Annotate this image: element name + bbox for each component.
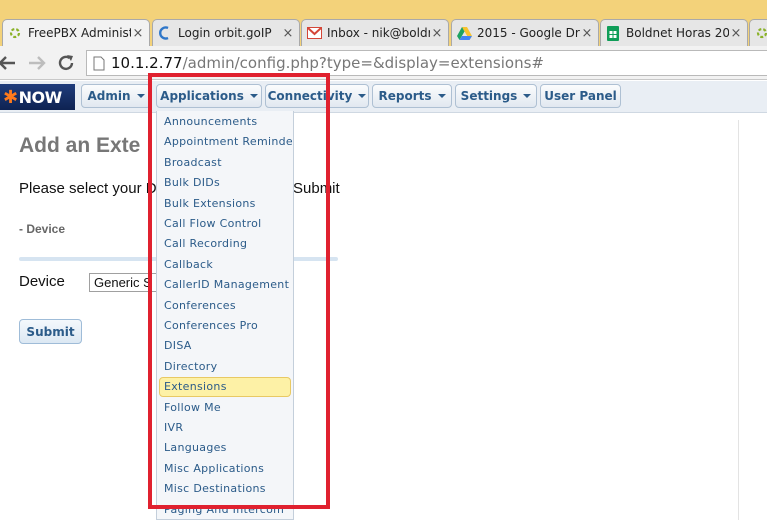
menu-item-appointment-reminder[interactable]: Appointment Reminder	[159, 132, 293, 152]
tab-close-icon[interactable]: ×	[729, 26, 743, 41]
menu-item-conferences[interactable]: Conferences	[159, 296, 291, 316]
reload-icon	[58, 55, 74, 71]
logo[interactable]: ✱ NOW	[0, 84, 75, 110]
tab-freepbx-2[interactable]	[749, 19, 767, 46]
menu-item-broadcast[interactable]: Broadcast	[159, 153, 291, 173]
menu-label: Applications	[160, 89, 244, 103]
tab-title: Boldnet Horas 201	[626, 26, 729, 40]
menu-item-paging-and-intercom[interactable]: Paging And Intercom	[159, 500, 291, 519]
menu-item-misc-destinations[interactable]: Misc Destinations	[159, 479, 291, 499]
menu-label: Admin	[87, 89, 131, 103]
tab-title: FreePBX Administ	[28, 26, 131, 40]
page-icon	[87, 56, 111, 71]
chevron-down-icon	[358, 94, 367, 98]
submit-button[interactable]: Submit	[19, 319, 82, 344]
tab-title: 2015 - Google Driv	[477, 26, 580, 40]
logo-text: NOW	[18, 87, 63, 107]
menu-item-extensions[interactable]: Extensions	[159, 377, 291, 398]
menu-label: User Panel	[544, 89, 617, 103]
tab-title: Inbox - nik@boldr	[327, 26, 430, 40]
logo-star-icon: ✱	[3, 86, 18, 108]
chevron-down-icon	[437, 94, 446, 98]
forward-button[interactable]	[26, 52, 48, 74]
section-heading-device: - Device	[19, 222, 66, 236]
url-host: 10.1.2.77	[111, 54, 183, 72]
menu-item-announcements[interactable]: Announcements	[159, 112, 291, 132]
menu-reports[interactable]: Reports	[372, 84, 452, 108]
tab-google-sheets[interactable]: Boldnet Horas 201 ×	[600, 19, 748, 46]
menu-item-misc-applications[interactable]: Misc Applications	[159, 459, 291, 479]
menu-item-call-flow-control[interactable]: Call Flow Control	[159, 214, 291, 234]
tab-gmail[interactable]: Inbox - nik@boldr ×	[301, 19, 449, 46]
address-bar[interactable]: 10.1.2.77/admin/config.php?type=&display…	[86, 50, 767, 76]
browser-tab-strip: FreePBX Administ × Login orbit.goIP × In…	[0, 0, 767, 46]
orbit-icon	[157, 25, 173, 41]
menu-label: Connectivity	[267, 89, 353, 103]
reload-button[interactable]	[55, 52, 77, 74]
applications-dropdown: Announcements Appointment Reminder Broadca…	[156, 111, 294, 520]
freepbx-icon	[7, 25, 23, 41]
gmail-icon	[306, 25, 322, 41]
tab-close-icon[interactable]: ×	[281, 26, 295, 41]
menu-admin[interactable]: Admin	[81, 84, 151, 108]
menu-item-follow-me[interactable]: Follow Me	[159, 398, 291, 418]
device-prompt-text: Please select your D	[19, 180, 157, 197]
tab-title: Login orbit.goIP	[178, 26, 272, 40]
menu-item-languages[interactable]: Languages	[159, 438, 291, 458]
menu-item-call-recording[interactable]: Call Recording	[159, 234, 291, 254]
menu-settings[interactable]: Settings	[455, 84, 537, 108]
menu-item-bulk-dids[interactable]: Bulk DIDs	[159, 173, 291, 193]
google-sheets-icon	[605, 25, 621, 41]
freepbx-menu-bar: ✱ NOW Admin Applications Connectivity Rep…	[0, 81, 767, 113]
freepbx-icon	[754, 25, 767, 41]
tab-close-icon[interactable]: ×	[430, 26, 444, 41]
google-drive-icon	[456, 25, 472, 41]
menu-applications[interactable]: Applications	[156, 84, 262, 108]
device-label: Device	[19, 273, 65, 290]
menu-connectivity[interactable]: Connectivity	[265, 84, 369, 108]
forward-arrow-icon	[29, 56, 46, 70]
back-button[interactable]	[0, 52, 18, 74]
menu-item-ivr[interactable]: IVR	[159, 418, 291, 438]
tab-orbit[interactable]: Login orbit.goIP ×	[152, 19, 300, 46]
tab-google-drive[interactable]: 2015 - Google Driv ×	[451, 19, 599, 46]
menu-item-callerid-management[interactable]: CallerID Management	[159, 275, 291, 295]
menu-item-disa[interactable]: DISA	[159, 336, 291, 356]
menu-item-directory[interactable]: Directory	[159, 357, 291, 377]
device-prompt-end: Submit	[293, 180, 340, 197]
tab-freepbx[interactable]: FreePBX Administ ×	[2, 19, 150, 46]
menu-item-callback[interactable]: Callback	[159, 255, 291, 275]
content-divider	[738, 120, 739, 520]
tab-close-icon[interactable]: ×	[580, 26, 594, 41]
url-path: /admin/config.php?type=&display=extensio…	[182, 54, 544, 72]
tab-close-icon[interactable]: ×	[131, 26, 145, 41]
page-title: Add an Exte	[19, 134, 141, 157]
menu-user-panel[interactable]: User Panel	[540, 84, 621, 108]
menu-item-bulk-extensions[interactable]: Bulk Extensions	[159, 194, 291, 214]
menu-label: Reports	[378, 89, 432, 103]
chevron-down-icon	[249, 94, 258, 98]
menu-item-conferences-pro[interactable]: Conferences Pro	[159, 316, 291, 336]
chevron-down-icon	[523, 94, 532, 98]
browser-toolbar: 10.1.2.77/admin/config.php?type=&display…	[0, 46, 767, 80]
back-arrow-icon	[0, 56, 15, 70]
menu-label: Settings	[460, 89, 518, 103]
chevron-down-icon	[136, 94, 145, 98]
